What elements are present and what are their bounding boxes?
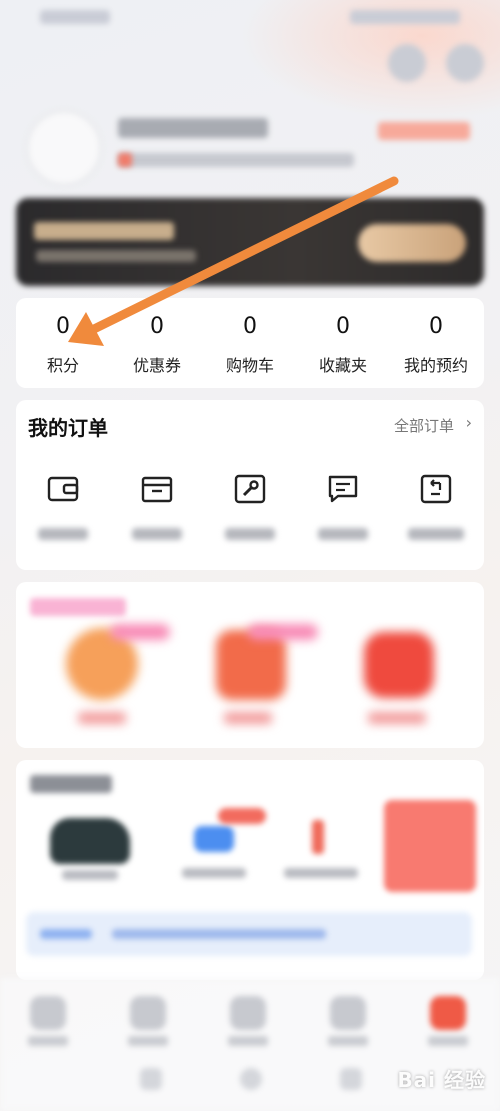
order-status-pending-shipment[interactable] <box>110 470 204 560</box>
system-back-icon[interactable] <box>140 1068 162 1090</box>
info-bar-text <box>112 929 326 939</box>
promo-item-2[interactable] <box>216 630 286 700</box>
stat-cart[interactable]: 0 购物车 <box>203 298 297 388</box>
stat-favorites[interactable]: 0 收藏夹 <box>296 298 390 388</box>
stat-label: 购物车 <box>225 356 274 375</box>
orders-title: 我的订单 <box>28 416 108 440</box>
all-orders-link[interactable]: 全部订单 <box>394 415 454 436</box>
promo-item-1-label <box>78 712 126 724</box>
order-status-label <box>132 528 182 540</box>
profile-action-link[interactable] <box>378 122 470 140</box>
promo-item-1-badge <box>110 624 170 640</box>
user-name <box>118 118 268 138</box>
nav-label <box>28 1036 68 1046</box>
system-home-icon[interactable] <box>240 1068 262 1090</box>
promo-item-2-label <box>224 712 272 724</box>
subtitle-badge-icon <box>118 153 132 167</box>
order-status-pending-payment[interactable] <box>16 470 110 560</box>
chat-icon <box>328 475 358 503</box>
promo-tag <box>30 598 126 616</box>
stat-coupons[interactable]: 0 优惠券 <box>110 298 204 388</box>
chevron-right-icon[interactable]: › <box>466 413 472 432</box>
service-icon[interactable] <box>388 44 426 82</box>
car-label <box>62 870 118 880</box>
info-bar-tag <box>40 929 92 939</box>
status-bar <box>0 0 500 36</box>
stat-reservations[interactable]: 0 我的预约 <box>389 298 483 388</box>
car-promo-image[interactable] <box>384 800 476 892</box>
stat-value: 0 <box>336 314 350 339</box>
nav-profile-icon[interactable] <box>430 996 466 1030</box>
avatar[interactable] <box>26 110 102 186</box>
stat-label: 积分 <box>46 356 79 375</box>
status-bar-time <box>40 10 110 24</box>
nav-label <box>128 1036 168 1046</box>
stat-label: 我的预约 <box>403 356 468 375</box>
car-service-label <box>182 868 246 878</box>
stat-value: 0 <box>150 314 164 339</box>
wrench-icon <box>234 474 266 504</box>
package-icon <box>141 476 173 503</box>
nav-label <box>428 1036 468 1046</box>
order-status-label <box>38 528 88 540</box>
nav-label <box>328 1036 368 1046</box>
wallet-icon <box>47 476 79 502</box>
car-section-title <box>30 775 112 793</box>
system-recents-icon[interactable] <box>340 1068 362 1090</box>
order-status-returns[interactable] <box>389 470 483 560</box>
membership-button[interactable] <box>358 224 466 262</box>
nav-community-icon[interactable] <box>230 996 266 1030</box>
order-status-label <box>225 528 275 540</box>
settings-icon[interactable] <box>446 44 484 82</box>
membership-subtitle <box>36 250 196 262</box>
watermark: Bai 经验 <box>397 1068 486 1092</box>
nav-cart-icon[interactable] <box>330 996 366 1030</box>
car-item-icon[interactable] <box>312 820 324 854</box>
nav-home-icon[interactable] <box>30 996 66 1030</box>
car-item-label <box>284 868 358 878</box>
car-service-icon[interactable] <box>194 826 234 852</box>
stat-value: 0 <box>243 314 257 339</box>
order-status-label <box>318 528 368 540</box>
car-service-badge <box>218 808 266 824</box>
car-image[interactable] <box>50 818 130 864</box>
order-status-installing[interactable] <box>203 470 297 560</box>
promo-item-2-badge <box>248 624 318 640</box>
order-status-to-review[interactable] <box>296 470 390 560</box>
stats-card: 0 积分 0 优惠券 0 购物车 0 收藏夹 0 我的预约 <box>16 298 484 388</box>
stat-points[interactable]: 0 积分 <box>16 298 110 388</box>
order-status-label <box>408 528 464 540</box>
orders-card: 我的订单 全部订单 › <box>16 400 484 570</box>
promo-item-3[interactable] <box>364 632 434 698</box>
stat-label: 优惠券 <box>132 356 181 375</box>
user-subtitle <box>118 153 354 167</box>
nav-label <box>228 1036 268 1046</box>
nav-category-icon[interactable] <box>130 996 166 1030</box>
membership-title <box>34 222 174 240</box>
status-bar-indicators <box>350 10 460 24</box>
stat-label: 收藏夹 <box>318 356 367 375</box>
stat-value: 0 <box>56 314 70 339</box>
stat-value: 0 <box>429 314 443 339</box>
return-icon <box>420 474 452 504</box>
promo-item-3-label <box>368 712 426 724</box>
